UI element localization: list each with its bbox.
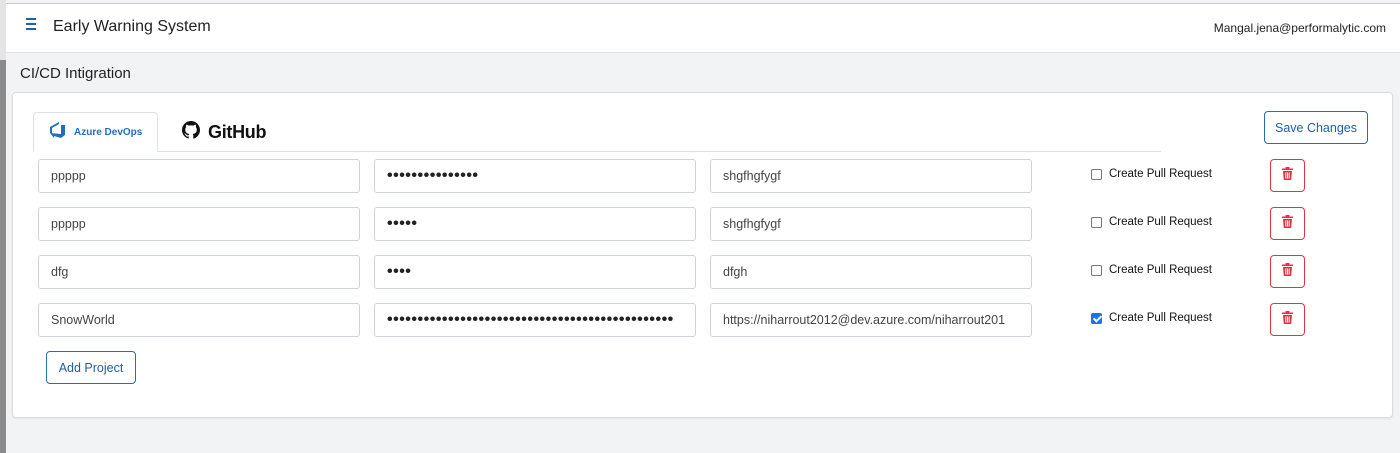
create-pull-request-checkbox[interactable]: Create Pull Request (1091, 168, 1212, 180)
create-pull-request-label: Create Pull Request (1109, 216, 1212, 228)
add-project-button[interactable]: Add Project (46, 351, 136, 384)
top-navbar: Early Warning System Mangal.jena@perform… (6, 3, 1400, 53)
project-name-input[interactable]: SnowWorld (38, 303, 360, 337)
checkbox-box[interactable] (1091, 168, 1102, 180)
tab-azure-devops-label: Azure DevOps (74, 126, 143, 138)
menu-icon[interactable] (26, 18, 38, 32)
delete-button[interactable] (1270, 303, 1305, 336)
project-row: ppppp ••••••••••••••• shgfhgfygf Create … (13, 159, 1394, 193)
app-title: Early Warning System (53, 18, 211, 35)
create-pull-request-checkbox[interactable]: Create Pull Request (1091, 312, 1212, 324)
repo-url-input[interactable]: https://niharrout2012@dev.azure.com/niha… (710, 303, 1032, 337)
project-name-input[interactable]: ppppp (38, 159, 360, 193)
create-pull-request-checkbox[interactable]: Create Pull Request (1091, 264, 1212, 276)
project-row: SnowWorld ••••••••••••••••••••••••••••••… (13, 303, 1394, 337)
window-edge (0, 0, 6, 453)
tab-azure-devops[interactable]: Azure DevOps (33, 112, 158, 152)
trash-icon (1282, 262, 1293, 281)
project-name-input[interactable]: ppppp (38, 207, 360, 241)
project-row: dfg •••• dfgh Create Pull Request (13, 255, 1394, 289)
azure-devops-icon (48, 121, 66, 143)
integration-card: Azure DevOps GitHub Save Changes ppppp •… (12, 92, 1393, 418)
checkbox-box[interactable] (1091, 264, 1102, 276)
repo-url-input[interactable]: shgfhgfygf (710, 159, 1032, 193)
github-icon (182, 120, 200, 144)
repo-url-input[interactable]: dfgh (710, 255, 1032, 289)
create-pull-request-label: Create Pull Request (1109, 168, 1212, 180)
token-input[interactable]: •••• (374, 255, 696, 289)
trash-icon (1282, 166, 1293, 185)
project-row: ppppp ••••• shgfhgfygf Create Pull Reque… (13, 207, 1394, 241)
token-input[interactable]: ••••••••••••••••••••••••••••••••••••••••… (374, 303, 696, 337)
create-pull-request-label: Create Pull Request (1109, 312, 1212, 324)
create-pull-request-checkbox[interactable]: Create Pull Request (1091, 216, 1212, 228)
delete-button[interactable] (1270, 159, 1305, 192)
tab-github[interactable]: GitHub (168, 112, 280, 152)
user-email[interactable]: Mangal.jena@performalytic.com (1214, 21, 1386, 35)
token-input[interactable]: ••••••••••••••• (374, 159, 696, 193)
create-pull-request-label: Create Pull Request (1109, 264, 1212, 276)
trash-icon (1282, 214, 1293, 233)
token-input[interactable]: ••••• (374, 207, 696, 241)
repo-url-input[interactable]: shgfhgfygf (710, 207, 1032, 241)
checkbox-box[interactable] (1091, 216, 1102, 228)
project-name-input[interactable]: dfg (38, 255, 360, 289)
page-title: CI/CD Intigration (20, 65, 131, 82)
checkbox-box[interactable] (1091, 312, 1102, 324)
delete-button[interactable] (1270, 255, 1305, 288)
tab-github-label: GitHub (208, 121, 267, 142)
save-changes-button[interactable]: Save Changes (1264, 111, 1368, 144)
delete-button[interactable] (1270, 207, 1305, 240)
trash-icon (1282, 310, 1293, 329)
